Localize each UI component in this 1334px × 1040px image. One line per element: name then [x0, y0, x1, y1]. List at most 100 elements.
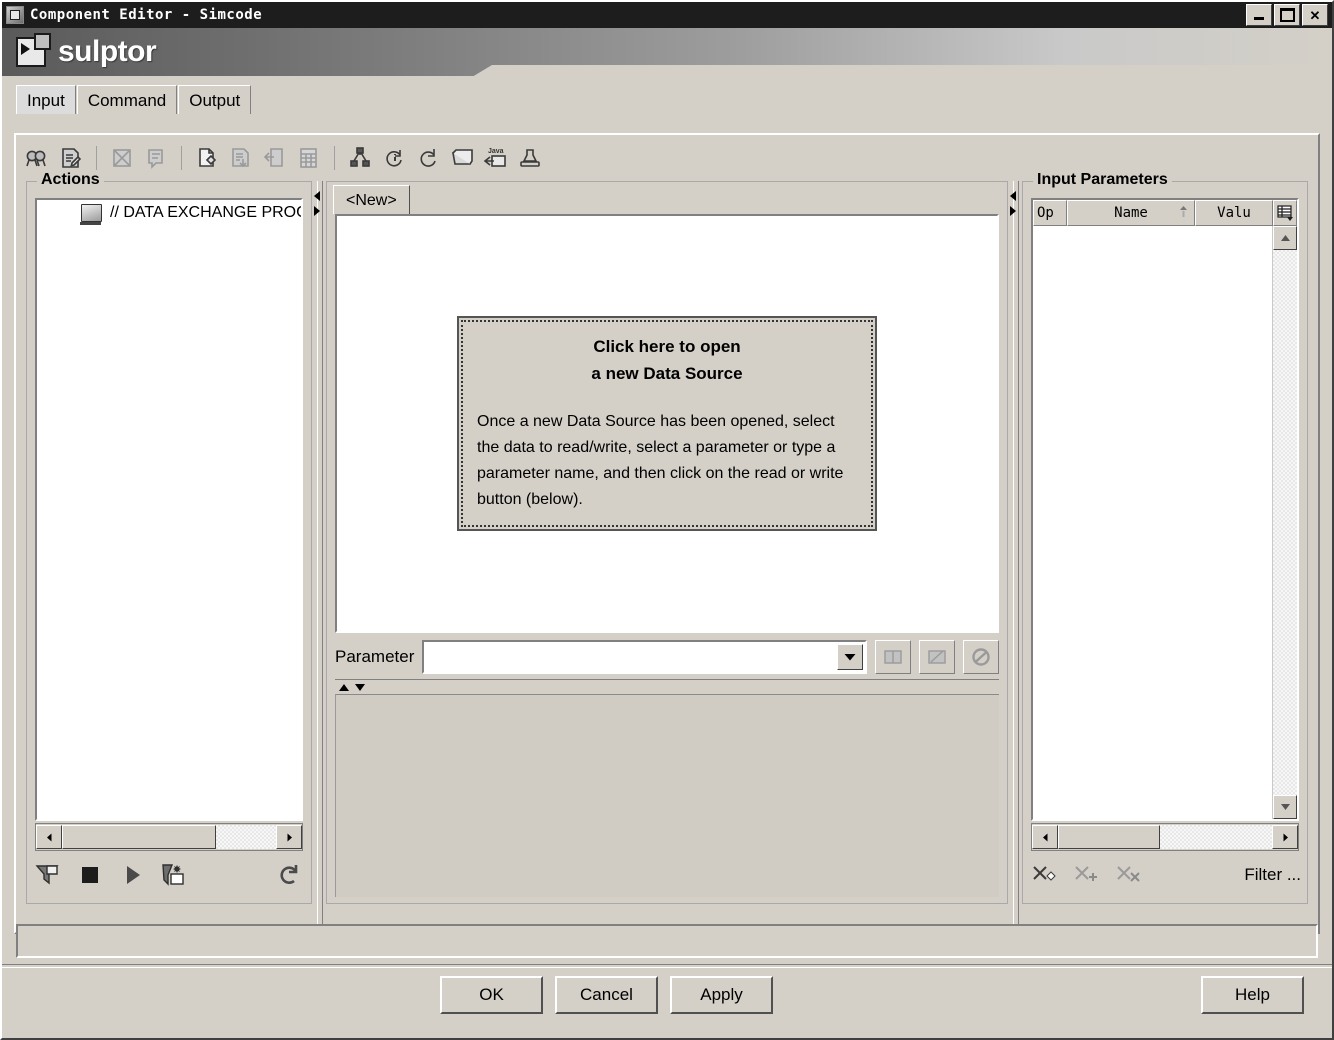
toolbar-separator — [181, 146, 182, 170]
tab-new-datasource[interactable]: <New> — [333, 185, 410, 214]
comment-document-icon — [141, 143, 171, 173]
table-vscroll-up[interactable] — [1273, 226, 1297, 250]
table-columns-icon[interactable] — [1273, 200, 1297, 226]
minimize-button[interactable] — [1246, 4, 1272, 26]
params-hscroll-track[interactable] — [1160, 825, 1272, 849]
input-parameters-title: Input Parameters — [1033, 171, 1172, 189]
calculator-icon — [294, 143, 324, 173]
actions-panel-title: Actions — [37, 171, 104, 189]
params-hscroll-right[interactable] — [1272, 825, 1298, 849]
table-body[interactable] — [1033, 226, 1297, 819]
data-exchange-panel: <New> Click here to open a new Data Sour… — [326, 181, 1008, 904]
delete-parameter-icon[interactable] — [1113, 860, 1143, 890]
cancel-button[interactable]: Cancel — [555, 976, 658, 1014]
actions-hscroll-right[interactable] — [276, 825, 302, 849]
new-document-icon[interactable] — [192, 143, 222, 173]
table-rows[interactable] — [1033, 226, 1272, 819]
save-document-icon — [226, 143, 256, 173]
splitter-right-expand-icon[interactable] — [1010, 206, 1016, 216]
help-button[interactable]: Help — [1201, 976, 1304, 1014]
new-action-icon[interactable] — [159, 860, 189, 890]
actions-hscroll-left[interactable] — [36, 825, 62, 849]
tab-output-label: Output — [189, 91, 241, 110]
window-controls: ✕ — [1246, 4, 1330, 26]
column-header-op[interactable]: Op — [1033, 200, 1067, 226]
input-parameters-panel: Input Parameters Op Name Valu Filter ... — [1022, 171, 1308, 929]
parameter-input[interactable] — [424, 648, 865, 666]
refresh-info-icon[interactable] — [379, 143, 409, 173]
stamp-icon[interactable] — [515, 143, 545, 173]
tab-content-input: Java Actions // DATA EXCHANGE PROG <New>… — [14, 133, 1320, 934]
maximize-button[interactable] — [1274, 4, 1300, 26]
table-vscrollbar[interactable] — [1272, 226, 1297, 819]
center-horizontal-splitter[interactable] — [335, 679, 999, 695]
actions-footer — [33, 853, 305, 897]
find-icon[interactable] — [22, 143, 52, 173]
splitter-right-collapse-icon[interactable] — [1010, 191, 1016, 201]
input-parameters-table[interactable]: Op Name Valu — [1031, 198, 1299, 821]
svg-text:Java: Java — [488, 148, 504, 155]
triangle-down-icon[interactable] — [355, 683, 365, 691]
script-window-icon — [16, 33, 51, 67]
add-parameter-icon[interactable] — [1071, 860, 1101, 890]
banner-title: sulptor — [58, 35, 157, 68]
delete-crossbox-icon — [107, 143, 137, 173]
tab-command[interactable]: Command — [76, 85, 178, 114]
panel-icon[interactable] — [447, 143, 477, 173]
tree-item-program[interactable]: // DATA EXCHANGE PROG — [37, 200, 301, 226]
edit-document-icon[interactable] — [56, 143, 86, 173]
app-icon — [6, 6, 24, 24]
toolbar-separator — [334, 146, 335, 170]
column-header-value[interactable]: Valu — [1195, 200, 1273, 226]
actions-hscroll-track[interactable] — [216, 825, 276, 849]
close-button[interactable]: ✕ — [1302, 4, 1328, 26]
center-lower-area — [335, 694, 999, 897]
column-header-name[interactable]: Name — [1067, 200, 1195, 226]
open-datasource-title-line1: Click here to open — [593, 337, 741, 357]
params-hscroll-left[interactable] — [1032, 825, 1058, 849]
main-tabstrip: Input Command Output — [2, 76, 1332, 114]
parameter-combobox[interactable] — [422, 640, 867, 674]
cancel-parameter-icon — [963, 640, 999, 674]
params-hscroll-thumb[interactable] — [1058, 825, 1160, 849]
triangle-up-icon[interactable] — [339, 683, 349, 691]
run-icon[interactable] — [117, 860, 147, 890]
application-window: Component Editor - Simcode ✕ sulptor Inp… — [0, 0, 1334, 1040]
table-header-row: Op Name Valu — [1033, 200, 1297, 226]
new-parameter-icon[interactable] — [1029, 860, 1059, 890]
write-parameter-icon — [919, 640, 955, 674]
actions-hscroll-thumb[interactable] — [62, 825, 216, 849]
app-banner: sulptor — [2, 28, 1332, 77]
filter-actions-icon[interactable] — [33, 860, 63, 890]
tab-input[interactable]: Input — [16, 85, 76, 114]
parameter-row: Parameter — [335, 637, 999, 677]
reload-icon[interactable] — [413, 143, 443, 173]
splitter-left-expand-icon[interactable] — [314, 206, 320, 216]
params-hscrollbar[interactable] — [1031, 823, 1299, 851]
tree-item-label: // DATA EXCHANGE PROG — [110, 204, 303, 221]
table-vscroll-down[interactable] — [1273, 795, 1297, 819]
params-footer: Filter ... — [1029, 853, 1301, 897]
reset-icon[interactable] — [275, 860, 305, 890]
datasource-tabstrip: <New> — [327, 182, 1007, 214]
tab-output[interactable]: Output — [178, 85, 252, 114]
import-document-icon — [260, 143, 290, 173]
splitter-left-collapse-icon[interactable] — [314, 191, 320, 201]
title-bar: Component Editor - Simcode ✕ — [2, 2, 1332, 28]
chevron-down-icon[interactable] — [837, 644, 863, 670]
parameter-label: Parameter — [335, 647, 415, 666]
actions-hscrollbar[interactable] — [35, 823, 303, 851]
hierarchy-icon[interactable] — [345, 143, 375, 173]
apply-button[interactable]: Apply — [670, 976, 773, 1014]
splitter-right[interactable] — [1008, 181, 1022, 929]
tab-command-label: Command — [87, 91, 167, 110]
ok-button[interactable]: OK — [440, 976, 543, 1014]
open-datasource-box[interactable]: Click here to open a new Data Source Onc… — [457, 316, 877, 531]
filter-button[interactable]: Filter ... — [1244, 865, 1301, 885]
stop-icon[interactable] — [75, 860, 105, 890]
panes-container: Actions // DATA EXCHANGE PROG <New> Clic… — [16, 171, 1318, 929]
java-export-icon[interactable]: Java — [481, 143, 511, 173]
actions-tree[interactable]: // DATA EXCHANGE PROG — [35, 198, 303, 821]
splitter-left[interactable] — [312, 181, 326, 929]
program-node-icon — [80, 204, 102, 225]
